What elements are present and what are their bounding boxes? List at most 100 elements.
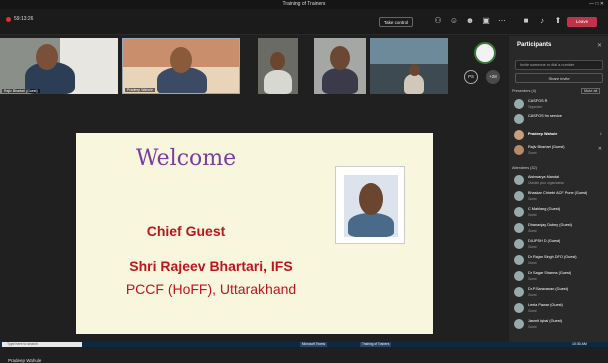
- participant-row[interactable]: Pradeep Wahule ♪: [514, 128, 604, 142]
- video-tile[interactable]: [370, 38, 448, 94]
- chat-icon[interactable]: ☺: [448, 15, 460, 27]
- participant-name: Dr Sagar Sharma (Guest): [528, 271, 572, 275]
- participant-role: Guest: [528, 260, 537, 265]
- slide-guest-name: Shri Rajeev Bhartari, IFS: [129, 258, 293, 274]
- participant-role: Guest: [528, 324, 537, 329]
- leave-button[interactable]: Leave: [567, 17, 597, 27]
- window-title: Training of Trainers: [282, 1, 326, 7]
- share-invite-button[interactable]: Share invite: [515, 73, 603, 83]
- presenter-name: Pradeep Wahule: [8, 358, 42, 363]
- participant-row[interactable]: Dhananjay Dubey (Guest) Guest: [514, 221, 604, 235]
- participant-role: Guest: [528, 212, 537, 217]
- participant-role: Guest: [528, 150, 537, 155]
- avatar: [514, 114, 524, 124]
- participant-role: Guest: [528, 196, 537, 201]
- participant-name: Pradeep Wahule: [528, 132, 558, 136]
- participant-row[interactable]: CASFOS R Organizer: [514, 97, 604, 111]
- invite-input[interactable]: Invite someone or dial a number: [515, 60, 603, 70]
- participant-row[interactable]: Dr Rajan Singh DFO (Guest) Guest: [514, 253, 604, 267]
- tile-name: Pradeep Wahule: [125, 88, 155, 92]
- camera-icon[interactable]: ■: [520, 15, 532, 27]
- video-tile[interactable]: Rajiv Bhartari (Guest): [0, 38, 118, 94]
- participant-row[interactable]: Leela Pawar (Guest) Guest: [514, 301, 604, 315]
- participant-name: Rajiv Bhartari (Guest): [528, 145, 565, 149]
- avatar: [514, 130, 524, 140]
- slide-guest-label: Chief Guest: [146, 223, 226, 239]
- taskbar-clock[interactable]: 10:30 AM: [572, 342, 587, 347]
- window-title-bar: Training of Trainers: [0, 0, 608, 9]
- avatar: [514, 271, 524, 281]
- participant-name: Bhaskar Chhetri ACF Pune (Guest): [528, 191, 588, 195]
- avatar: [514, 207, 524, 217]
- video-tile[interactable]: [258, 38, 298, 94]
- participant-body: [322, 68, 358, 94]
- participant-avatar[interactable]: PS: [464, 70, 478, 84]
- forest-academy-logo-icon: [474, 42, 496, 64]
- window-controls[interactable]: — □ ✕: [589, 0, 604, 9]
- photo-head: [359, 183, 383, 215]
- participant-role: Guest: [528, 308, 537, 313]
- people-icon[interactable]: ⚇: [432, 15, 444, 27]
- tile-name: Rajiv Bhartari (Guest): [2, 89, 40, 93]
- participant-name: DILIPSH D (Guest): [528, 239, 561, 243]
- avatar: [514, 99, 524, 109]
- participant-role: Guest: [528, 228, 537, 233]
- slide-heading: Welcome: [135, 146, 237, 171]
- participant-row[interactable]: Aishwarya Mandal Outside your organizati…: [514, 173, 604, 187]
- background: [370, 38, 448, 64]
- mic-icon[interactable]: ♪: [536, 15, 548, 27]
- meeting-toolbar: [0, 9, 608, 35]
- mic-muted-icon: ✕: [597, 146, 602, 152]
- presenters-section-label[interactable]: Presenters (4): [512, 89, 536, 93]
- participant-name: Dr Rajan Singh DFO (Guest): [528, 255, 577, 259]
- avatar: [514, 191, 524, 201]
- participant-head: [409, 64, 420, 76]
- rooms-icon[interactable]: ▣: [480, 15, 492, 27]
- avatar: [514, 255, 524, 265]
- slide-guest-title: PCCF (HoFF), Uttarakhand: [125, 281, 297, 297]
- participant-row[interactable]: Dr Sagar Sharma (Guest) Guest: [514, 269, 604, 283]
- participant-role: Guest: [528, 244, 537, 249]
- more-participants-badge[interactable]: +28: [486, 70, 500, 84]
- participant-head: [170, 47, 192, 73]
- avatar: [514, 145, 524, 155]
- reactions-icon[interactable]: ☻: [464, 15, 476, 27]
- more-options-icon[interactable]: ⋯: [496, 15, 508, 27]
- participant-name: C Mahlang (Guest): [528, 207, 561, 211]
- participant-row[interactable]: Dr.P.Saravanan (Guest) Guest: [514, 285, 604, 299]
- photo-body: [348, 213, 394, 237]
- guest-photo: [335, 166, 405, 244]
- participant-body: [264, 70, 292, 94]
- mute-all-button[interactable]: Mute all: [581, 88, 601, 94]
- participant-role: Outside your organization: [528, 180, 565, 185]
- video-tile-active[interactable]: Pradeep Wahule: [122, 38, 240, 94]
- mic-on-icon: ♪: [599, 131, 603, 137]
- video-tile[interactable]: [314, 38, 366, 94]
- taskbar-app[interactable]: Training of Trainers: [360, 342, 392, 347]
- close-panel-icon[interactable]: ✕: [597, 42, 602, 49]
- participant-head: [270, 52, 285, 70]
- participant-row[interactable]: CASFOS fm service: [514, 112, 604, 126]
- share-screen-icon[interactable]: ⬆: [552, 15, 564, 27]
- taskbar-search-input[interactable]: Type here to search: [2, 342, 82, 347]
- taskbar-app[interactable]: Microsoft Teams: [300, 342, 328, 347]
- participant-row[interactable]: Bhaskar Chhetri ACF Pune (Guest) Guest: [514, 189, 604, 203]
- participant-role: Guest: [528, 292, 537, 297]
- take-control-button[interactable]: Take control: [379, 17, 413, 27]
- participant-row[interactable]: Jasmit Iqbal (Guest) Guest: [514, 317, 604, 331]
- participant-name: Dr.P.Saravanan (Guest): [528, 287, 569, 291]
- attendees-section-label[interactable]: Attendees (32): [512, 166, 537, 170]
- timer-text: 59:13:26: [14, 16, 34, 22]
- participants-panel: Participants ✕ Invite someone or dial a …: [509, 36, 608, 342]
- meeting-stage: Rajiv Bhartari (Guest) Pradeep Wahule PS…: [0, 36, 508, 363]
- participant-name: CASFOS fm service: [528, 114, 562, 118]
- participant-name: Dhananjay Dubey (Guest): [528, 223, 572, 227]
- participant-name: Leela Pawar (Guest): [528, 303, 563, 307]
- participant-row[interactable]: Rajiv Bhartari (Guest) Guest ✕: [514, 143, 604, 157]
- panel-title: Participants: [517, 42, 552, 48]
- avatar: [514, 319, 524, 329]
- participant-row[interactable]: DILIPSH D (Guest) Guest: [514, 237, 604, 251]
- participant-row[interactable]: C Mahlang (Guest) Guest: [514, 205, 604, 219]
- participant-name: Aishwarya Mandal: [528, 175, 560, 179]
- participant-name: CASFOS R: [528, 99, 548, 103]
